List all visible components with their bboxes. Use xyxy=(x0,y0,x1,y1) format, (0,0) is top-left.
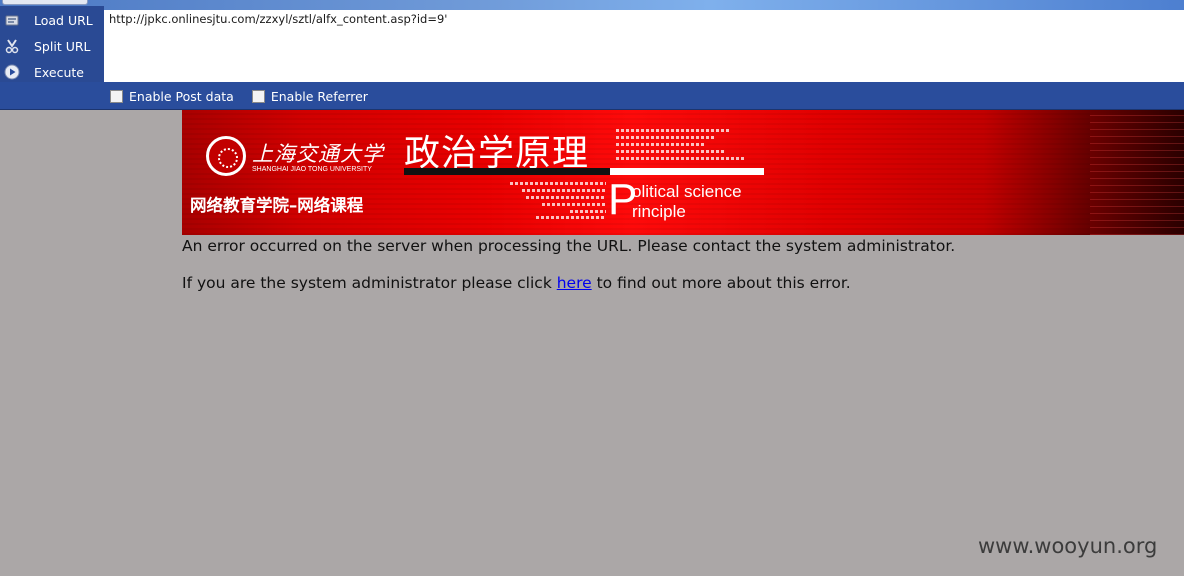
execute-button[interactable]: Execute xyxy=(0,60,104,84)
university-name-en: SHANGHAI JIAO TONG UNIVERSITY xyxy=(252,166,372,173)
decorative-text xyxy=(616,143,706,146)
hackbar-side-panel: Load URL Split URL Execute xyxy=(0,6,104,82)
watermark: www.wooyun.org xyxy=(978,534,1158,558)
error-message: An error occurred on the server when pro… xyxy=(182,237,956,255)
admin-instruction-suffix: to find out more about this error. xyxy=(591,274,851,292)
load-url-label: Load URL xyxy=(34,12,93,28)
course-title-en-line1: olitical science xyxy=(632,182,742,201)
load-url-button[interactable]: Load URL xyxy=(0,8,104,32)
load-url-icon xyxy=(4,12,20,28)
decorative-text xyxy=(510,182,606,185)
banner-texture xyxy=(1090,110,1184,235)
decorative-text xyxy=(536,216,606,219)
browser-top-strip xyxy=(0,0,1184,10)
decorative-text xyxy=(616,136,716,139)
decorative-text xyxy=(522,189,606,192)
browser-tab-stub[interactable] xyxy=(2,0,88,5)
error-details-link[interactable]: here xyxy=(557,274,592,292)
course-banner: 上海交通大学 SHANGHAI JIAO TONG UNIVERSITY 网络教… xyxy=(182,110,1184,235)
enable-post-data-checkbox[interactable]: Enable Post data xyxy=(110,89,234,104)
decorative-text xyxy=(542,203,606,206)
admin-instruction-prefix: If you are the system administrator plea… xyxy=(182,274,557,292)
hackbar-toolbar: Load URL Split URL Execute http://jpkc.o… xyxy=(0,0,1184,110)
enable-referrer-checkbox[interactable]: Enable Referrer xyxy=(251,88,368,104)
post-data-label: Enable Post data xyxy=(129,88,234,104)
decorative-text xyxy=(616,129,730,132)
split-url-label: Split URL xyxy=(34,38,91,54)
post-data-checkbox-box[interactable] xyxy=(110,89,123,103)
hackbar-options: Enable Post data Enable Referrer xyxy=(104,84,1184,108)
decorative-text xyxy=(570,210,606,213)
split-url-icon xyxy=(4,38,20,54)
school-name: 网络教育学院–网络课程 xyxy=(190,196,364,215)
split-url-button[interactable]: Split URL xyxy=(0,34,104,58)
referrer-checkbox-box[interactable] xyxy=(251,89,265,103)
url-input[interactable]: http://jpkc.onlinesjtu.com/zzxyl/sztl/al… xyxy=(104,10,1184,82)
decorative-text xyxy=(616,157,746,160)
execute-label: Execute xyxy=(34,64,84,80)
decorative-text xyxy=(616,150,726,153)
decorative-text xyxy=(526,196,606,199)
referrer-label: Enable Referrer xyxy=(270,88,368,104)
university-name-cn: 上海交通大学 xyxy=(252,142,384,166)
course-title-underline xyxy=(404,168,764,175)
execute-icon xyxy=(4,64,20,80)
admin-instruction: If you are the system administrator plea… xyxy=(182,274,851,292)
course-title-en-line2: rinciple xyxy=(632,202,686,221)
university-seal-icon xyxy=(206,136,246,176)
